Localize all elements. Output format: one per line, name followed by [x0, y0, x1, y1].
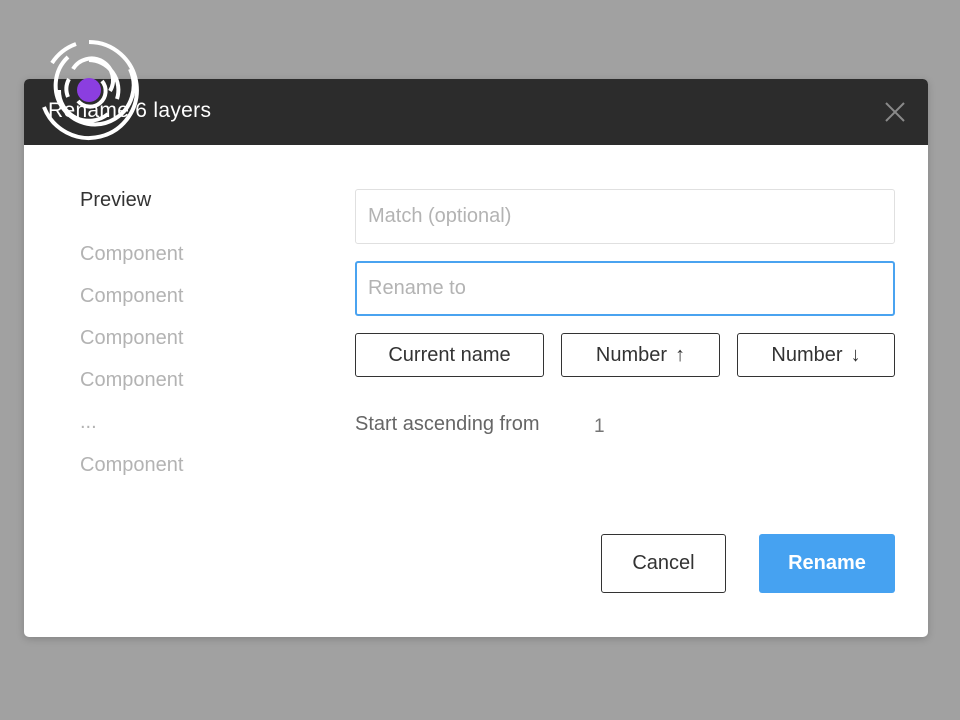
close-icon[interactable]	[882, 99, 908, 125]
arrow-down-icon: ↓	[850, 343, 861, 366]
arrow-up-icon: ↑	[675, 343, 686, 366]
preview-item: Component	[80, 327, 184, 349]
number-descending-label: Number	[771, 343, 843, 366]
start-ascending-input[interactable]	[594, 415, 654, 439]
match-input[interactable]	[355, 189, 895, 244]
rename-to-input[interactable]	[355, 261, 895, 316]
cancel-button[interactable]: Cancel	[601, 534, 726, 593]
dialog-titlebar: Rename 6 layers	[24, 79, 928, 145]
rename-button[interactable]: Rename	[759, 534, 895, 593]
number-ascending-button[interactable]: Number ↑	[561, 333, 720, 377]
start-ascending-label: Start ascending from	[355, 413, 540, 435]
preview-item: Component	[80, 369, 184, 391]
preview-heading: Preview	[80, 189, 152, 211]
current-name-button-label: Current name	[388, 343, 511, 366]
concentric-rings-logo-icon	[38, 39, 140, 141]
preview-ellipsis: ...	[80, 411, 97, 433]
current-name-button[interactable]: Current name	[355, 333, 544, 377]
preview-item: Component	[80, 285, 184, 307]
number-descending-button[interactable]: Number ↓	[737, 333, 895, 377]
preview-item: Component	[80, 243, 184, 265]
number-ascending-label: Number	[595, 343, 668, 366]
preview-item: Component	[80, 454, 184, 476]
rename-dialog: Rename 6 layers Preview Component Compon…	[24, 79, 928, 637]
